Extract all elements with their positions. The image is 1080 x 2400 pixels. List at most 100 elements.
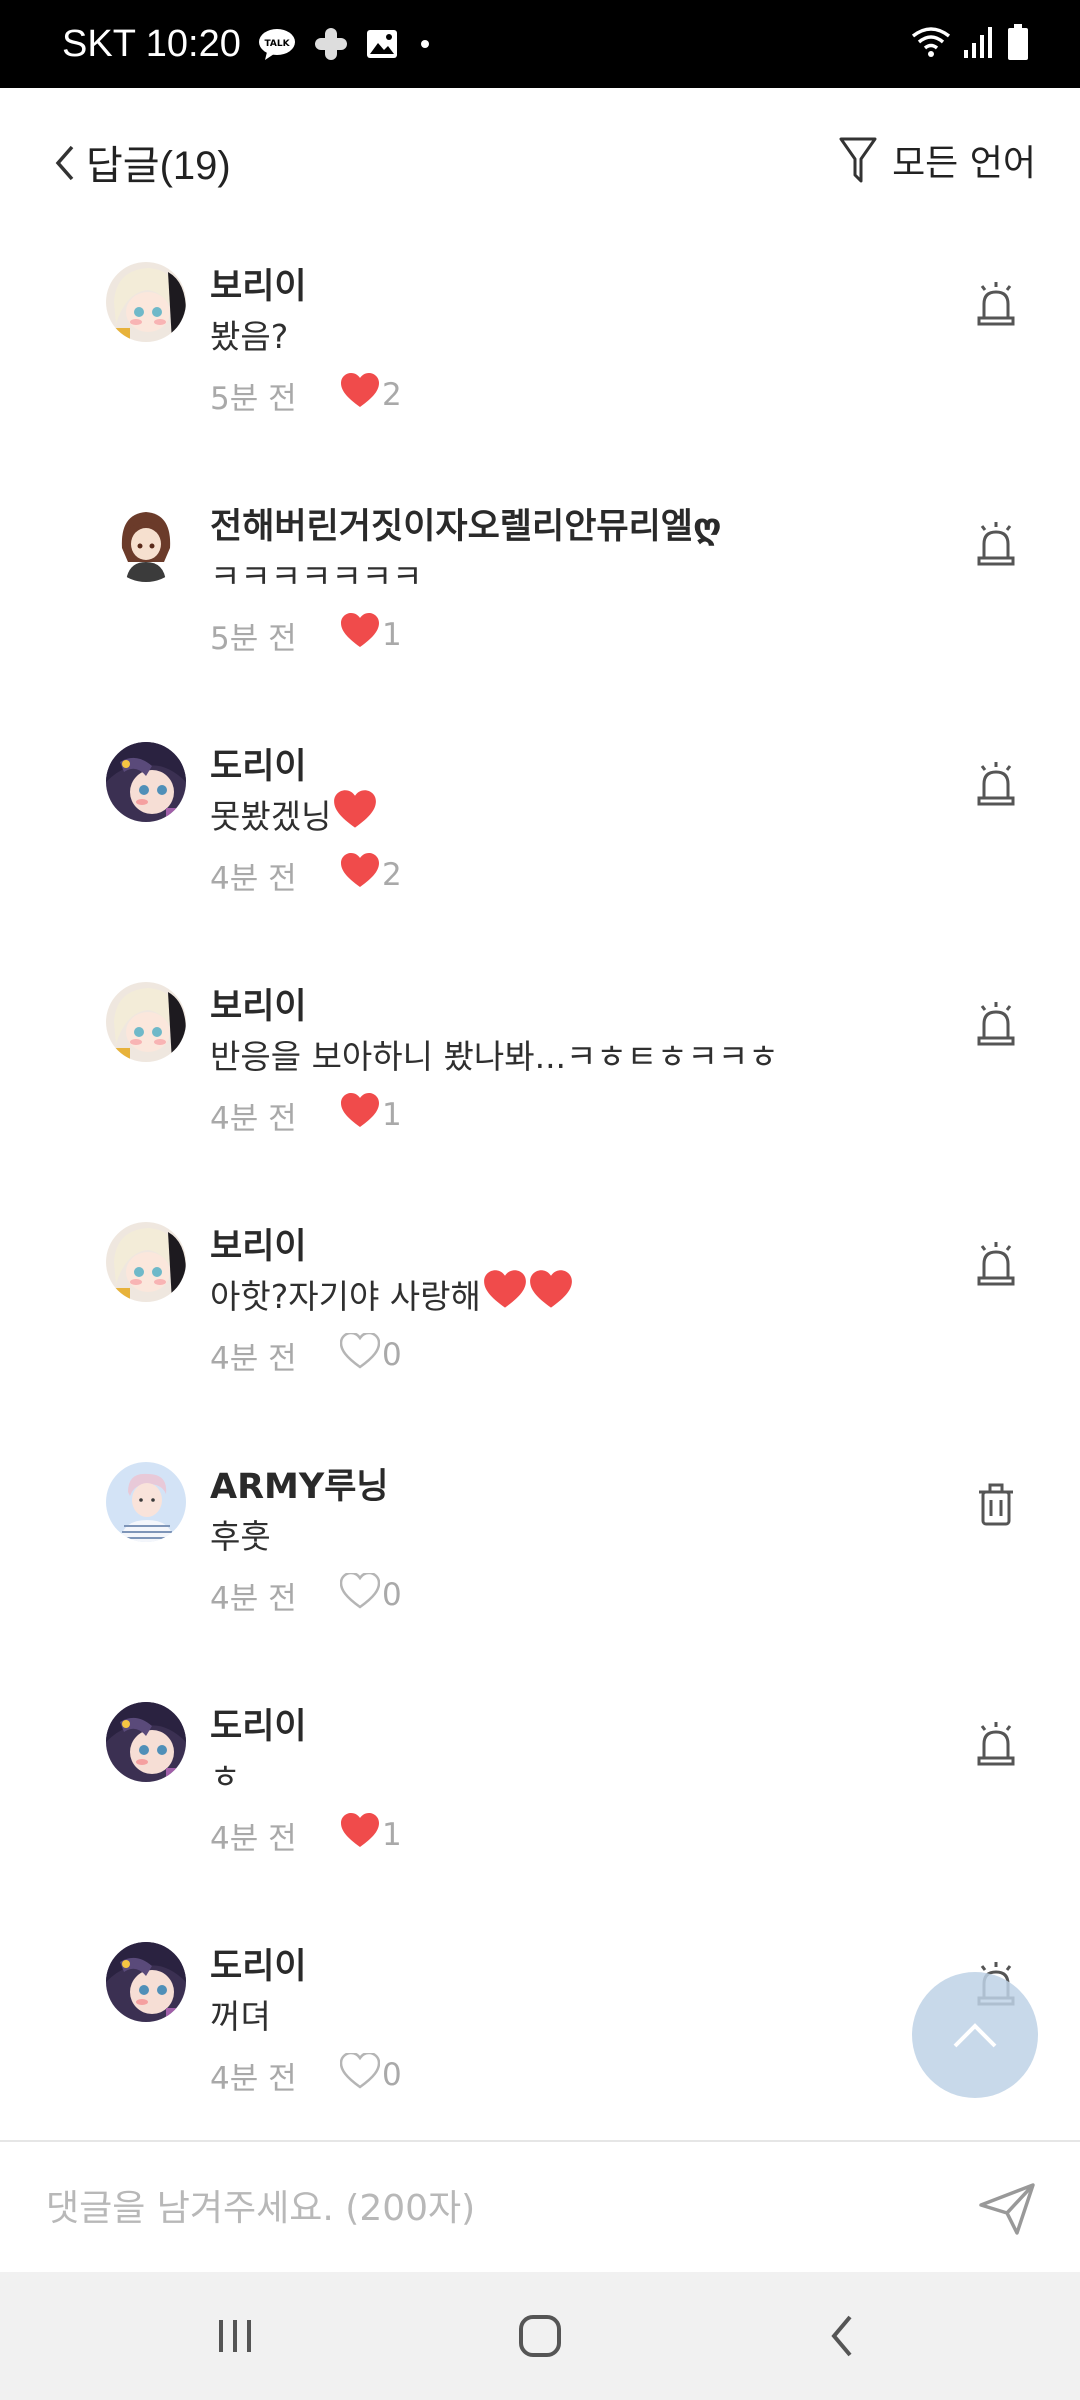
siren-icon bbox=[974, 1720, 1018, 1772]
chevron-left-icon bbox=[55, 145, 74, 181]
siren-icon bbox=[974, 280, 1018, 332]
like-count: 1 bbox=[382, 617, 402, 653]
report-button[interactable] bbox=[972, 1720, 1020, 1772]
heart-icon bbox=[340, 373, 380, 417]
send-icon bbox=[979, 2183, 1035, 2235]
heart-icon bbox=[340, 1093, 380, 1137]
comment-meta: 4분 전 2 bbox=[210, 850, 402, 900]
comment-meta: 5분 전 2 bbox=[210, 370, 402, 420]
heart-icon bbox=[340, 853, 380, 897]
avatar[interactable] bbox=[106, 742, 186, 822]
comment-input[interactable] bbox=[44, 2172, 928, 2244]
comment-item: 보리이 반응을 보아하니 봤나봐...ㅋㅎㅌㅎㅋㅋㅎ 4분 전 1 bbox=[0, 960, 1080, 1200]
siren-icon bbox=[974, 520, 1018, 572]
comment-item: ARMY루닝 후훗 4분 전 0 bbox=[0, 1440, 1080, 1680]
comment-item: 보리이 봤음? 5분 전 2 bbox=[0, 240, 1080, 480]
comment-author[interactable]: 전해버린거짓이자오렐리안뮤리엘ღ bbox=[210, 498, 722, 549]
avatar[interactable] bbox=[106, 502, 186, 582]
like-button[interactable]: 1 bbox=[340, 1093, 402, 1137]
like-count: 0 bbox=[382, 1337, 402, 1373]
like-button[interactable]: 0 bbox=[339, 2051, 402, 2097]
comment-item: 전해버린거짓이자오렐리안뮤리엘ღ ㅋㅋㅋㅋㅋㅋㅋ 5분 전 1 bbox=[0, 480, 1080, 720]
heart-icon bbox=[340, 1813, 380, 1857]
back-button[interactable] bbox=[44, 138, 84, 188]
comment-text-content: 봤음? bbox=[210, 317, 289, 356]
heart-emoji-icon bbox=[529, 1270, 573, 1318]
plus-app-icon bbox=[313, 26, 349, 62]
like-button[interactable]: 1 bbox=[340, 613, 402, 657]
comment-meta: 5분 전 1 bbox=[210, 610, 402, 660]
comment-text: ㅎ bbox=[210, 1750, 240, 1798]
heart-emoji-icon bbox=[483, 1270, 527, 1318]
home-icon bbox=[519, 2315, 561, 2357]
back-icon bbox=[831, 2315, 852, 2357]
avatar[interactable] bbox=[106, 1942, 186, 2022]
delete-button[interactable] bbox=[972, 1480, 1020, 1532]
status-left: SKT 10:20 TALK bbox=[62, 0, 435, 88]
comment-time: 4분 전 bbox=[210, 1580, 297, 1617]
report-button[interactable] bbox=[972, 1000, 1020, 1052]
comment-author[interactable]: 보리이 bbox=[210, 1218, 307, 1269]
avatar[interactable] bbox=[106, 982, 186, 1062]
scroll-to-top-button[interactable] bbox=[912, 1972, 1038, 2098]
svg-text:TALK: TALK bbox=[264, 39, 290, 49]
status-right bbox=[910, 0, 1030, 88]
comment-author[interactable]: 도리이 bbox=[210, 1938, 307, 1989]
comment-meta: 4분 전 1 bbox=[210, 1810, 402, 1860]
recent-apps-button[interactable] bbox=[200, 2304, 270, 2368]
comment-text-content: 아핫?자기야 사랑해 bbox=[210, 1277, 481, 1316]
comment-meta: 4분 전 0 bbox=[210, 1330, 402, 1380]
avatar[interactable] bbox=[106, 1462, 186, 1542]
comment-time: 4분 전 bbox=[210, 1100, 297, 1137]
system-back-button[interactable] bbox=[806, 2304, 876, 2368]
like-button[interactable]: 1 bbox=[340, 1813, 402, 1857]
comment-input-bar bbox=[0, 2140, 1080, 2274]
home-button[interactable] bbox=[505, 2304, 575, 2368]
like-count: 0 bbox=[382, 1577, 402, 1613]
talk-icon: TALK bbox=[257, 27, 297, 61]
comment-item: 도리이 못봤겠닝 4분 전 2 bbox=[0, 720, 1080, 960]
comment-meta: 4분 전 1 bbox=[210, 1090, 402, 1140]
report-button[interactable] bbox=[972, 760, 1020, 812]
system-nav-bar bbox=[0, 2272, 1080, 2400]
avatar[interactable] bbox=[106, 1702, 186, 1782]
language-filter-button[interactable]: 모든 언어 bbox=[838, 130, 1036, 190]
like-button[interactable]: 2 bbox=[340, 373, 402, 417]
comment-text: 반응을 보아하니 봤나봐...ㅋㅎㅌㅎㅋㅋㅎ bbox=[210, 1030, 779, 1078]
send-button[interactable] bbox=[974, 2176, 1040, 2242]
like-count: 1 bbox=[382, 1097, 402, 1133]
recent-apps-icon bbox=[219, 2320, 251, 2352]
comment-text: ㅋㅋㅋㅋㅋㅋㅋ bbox=[210, 550, 423, 598]
comment-time: 4분 전 bbox=[210, 1340, 297, 1377]
like-button[interactable]: 0 bbox=[339, 1571, 402, 1617]
comment-text: 아핫?자기야 사랑해 bbox=[210, 1270, 573, 1318]
like-button[interactable]: 0 bbox=[339, 1331, 402, 1377]
report-button[interactable] bbox=[972, 280, 1020, 332]
comment-author[interactable]: 보리이 bbox=[210, 978, 307, 1029]
comment-time: 4분 전 bbox=[210, 2060, 297, 2097]
like-count: 2 bbox=[382, 857, 402, 893]
comment-author[interactable]: 도리이 bbox=[210, 738, 307, 789]
status-bar: SKT 10:20 TALK bbox=[0, 0, 1080, 88]
comment-time: 5분 전 bbox=[210, 380, 297, 417]
report-button[interactable] bbox=[972, 1240, 1020, 1292]
comment-time: 5분 전 bbox=[210, 620, 297, 657]
wifi-icon bbox=[910, 24, 952, 64]
report-button[interactable] bbox=[972, 520, 1020, 572]
comment-text-content: 후훗 bbox=[210, 1517, 271, 1556]
comment-item: 보리이 아핫?자기야 사랑해 4분 전 0 bbox=[0, 1200, 1080, 1440]
carrier-time: SKT 10:20 bbox=[62, 22, 241, 65]
language-filter-label: 모든 언어 bbox=[892, 143, 1036, 184]
like-button[interactable]: 2 bbox=[340, 853, 402, 897]
avatar[interactable] bbox=[106, 1222, 186, 1302]
siren-icon bbox=[974, 1240, 1018, 1292]
comment-author[interactable]: ARMY루닝 bbox=[210, 1458, 389, 1509]
avatar[interactable] bbox=[106, 262, 186, 342]
comment-text-content: ㅎ bbox=[210, 1757, 241, 1796]
comment-author[interactable]: 도리이 bbox=[210, 1698, 307, 1749]
comment-time: 4분 전 bbox=[210, 1820, 297, 1857]
comment-text-content: ㅋㅋㅋㅋㅋㅋㅋ bbox=[210, 557, 423, 596]
comment-text: 못봤겠닝 bbox=[210, 790, 377, 838]
comment-author[interactable]: 보리이 bbox=[210, 258, 307, 309]
heart-emoji-icon bbox=[333, 790, 377, 838]
